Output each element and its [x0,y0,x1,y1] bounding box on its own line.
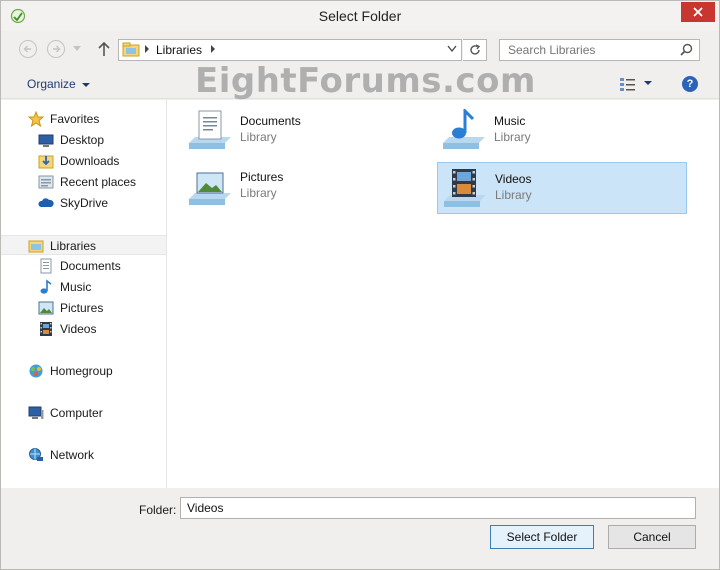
skydrive-icon [38,198,54,207]
libraries-icon [28,240,44,253]
refresh-button[interactable] [463,39,487,61]
network-icon [29,448,43,461]
back-button[interactable] [18,39,38,59]
computer-icon [28,406,44,419]
sidebar-item-pictures[interactable]: Pictures [1,298,166,318]
sidebar-item-label: Homegroup [50,364,113,378]
videos-library-icon [444,169,486,207]
sidebar-item-label: Favorites [50,112,100,126]
watermark: EightForums.com [195,61,536,101]
folder-label: Folder: [139,503,177,517]
library-name: Music [494,114,526,128]
close-icon [693,7,703,17]
sidebar-item-skydrive[interactable]: SkyDrive [1,193,166,213]
library-name: Pictures [240,170,284,184]
sidebar-item-label: Recent places [60,175,137,189]
address-bar[interactable]: Libraries [118,39,462,61]
refresh-icon [469,44,480,55]
up-arrow-icon [98,41,110,56]
chevron-right-icon [145,45,149,53]
sidebar-item-music[interactable]: Music [1,277,166,297]
sidebar-item-homegroup[interactable]: Homegroup [1,361,166,381]
help-icon[interactable]: ? [682,76,698,92]
homegroup-icon [29,364,43,378]
sidebar-item-label: Videos [60,322,97,336]
search-input[interactable] [500,40,675,60]
library-tile-documents[interactable]: Documents Library [183,105,433,157]
sidebar-item-computer[interactable]: Computer [1,403,166,423]
sidebar-item-libraries[interactable]: Libraries [1,235,166,255]
folder-name-input[interactable] [180,497,696,519]
recent-locations-button[interactable] [71,39,83,59]
search-box[interactable] [499,39,700,61]
sidebar-item-label: Pictures [60,301,104,315]
music-library-icon [443,109,485,149]
chevron-down-icon[interactable] [447,45,457,53]
sidebar-item-label: SkyDrive [60,196,109,210]
recent-places-icon [38,175,54,189]
sidebar-item-downloads[interactable]: Downloads [1,151,166,171]
organize-label: Organize [27,77,76,91]
sidebar-item-label: Downloads [60,154,120,168]
search-icon[interactable] [680,43,693,56]
change-view-icon[interactable] [619,76,637,92]
libraries-content-pane: Documents Library Music Library Pictures [167,100,719,488]
library-name: Documents [240,114,301,128]
sidebar-item-label: Desktop [60,133,105,147]
pictures-library-icon [189,172,231,205]
up-button[interactable] [94,39,114,59]
navigation-pane: Favorites Desktop Downloads Recent place… [1,100,167,488]
sidebar-item-favorites[interactable]: Favorites [1,109,166,129]
library-tile-pictures[interactable]: Pictures Library [183,161,433,213]
sidebar-item-network[interactable]: Network [1,445,166,465]
library-type: Library [240,186,277,200]
library-name: Videos [495,172,532,186]
sidebar-item-label: Computer [50,406,103,420]
sidebar-item-label: Network [50,448,95,462]
sidebar-item-documents[interactable]: Documents [1,256,166,276]
library-type: Library [240,130,277,144]
sidebar-item-label: Documents [60,259,121,273]
close-button[interactable] [681,2,715,22]
select-folder-dialog: Select Folder Libraries Search Libraries… [0,0,720,570]
music-icon [40,279,52,294]
videos-icon [40,322,52,336]
forward-button[interactable] [46,39,66,59]
library-tile-music[interactable]: Music Library [437,105,687,157]
select-folder-button[interactable]: Select Folder [490,525,594,549]
chevron-right-icon[interactable] [210,44,216,54]
chevron-down-icon [73,46,81,51]
window-title: Select Folder [318,8,402,24]
address-path[interactable]: Libraries [156,43,202,57]
back-arrow-icon [19,40,37,58]
forward-arrow-icon [47,40,65,58]
sidebar-item-desktop[interactable]: Desktop [1,130,166,150]
sidebar-item-videos[interactable]: Videos [1,319,166,339]
documents-icon [40,258,52,274]
star-icon [28,111,44,127]
library-type: Library [495,188,532,202]
library-tile-videos[interactable]: Videos Library [437,162,687,214]
library-type: Library [494,130,531,144]
desktop-icon [38,134,54,147]
cancel-button[interactable]: Cancel [608,525,696,549]
title-bar: Select Folder [1,1,719,31]
organize-menu[interactable]: Organize [27,77,90,91]
libraries-folder-icon [122,42,140,57]
view-options-chevron-icon[interactable] [644,81,652,85]
documents-library-icon [189,110,231,149]
sidebar-item-label: Libraries [50,239,97,253]
pictures-icon [38,301,54,315]
downloads-icon [38,155,54,169]
chevron-down-icon [81,82,90,87]
sidebar-item-recent-places[interactable]: Recent places [1,172,166,192]
sidebar-item-label: Music [60,280,92,294]
